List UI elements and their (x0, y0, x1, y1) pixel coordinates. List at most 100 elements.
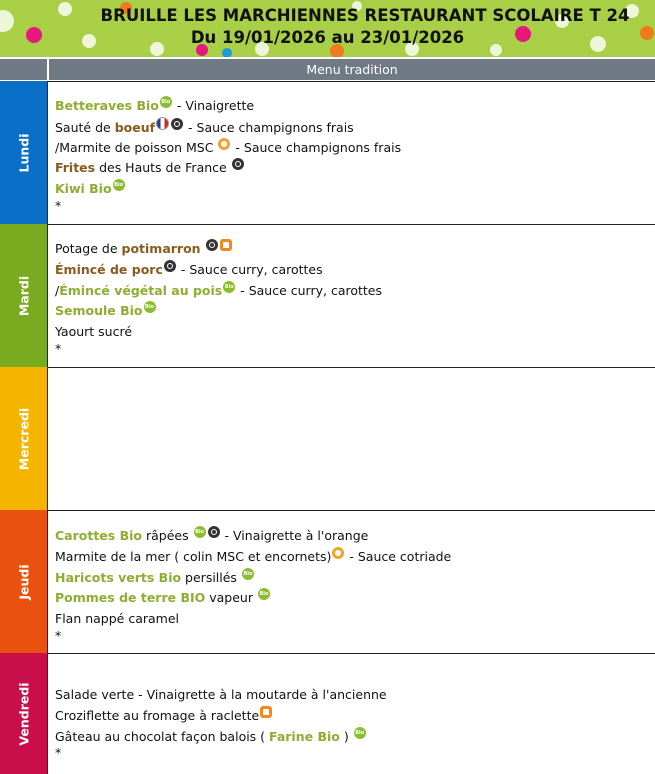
bio-icon (143, 301, 156, 314)
day-tab: Mercredi (0, 367, 47, 510)
menu-lines: Salade verte - Vinaigrette à la moutarde… (55, 685, 387, 759)
menu-item-text: * (55, 197, 62, 213)
day-menu-cell (47, 367, 655, 510)
menu-item-text: ) (339, 728, 353, 744)
homemade-icon (260, 705, 273, 718)
local-product-icon (231, 158, 244, 171)
menu-item-text: râpées (141, 528, 193, 543)
menu-item-text: Croziflette au fromage à raclette (55, 707, 260, 723)
menu-item: Yaourt sucré (55, 322, 382, 343)
menu-item-text: vapeur (205, 590, 257, 606)
menu-item-text: Flan nappé caramel (55, 611, 180, 627)
menu-item: * (55, 745, 387, 761)
menu-lines: Potage de potimarron Émincé de porc - Sa… (55, 239, 382, 355)
local-product-icon (205, 239, 218, 251)
menu-item: Salade verte - Vinaigrette à la moutarde… (55, 685, 387, 706)
menu-item: Marmite de la mer ( colin MSC et encorne… (55, 546, 452, 568)
day-row-lundi: LundiBetteraves Bio - VinaigretteSauté d… (0, 81, 655, 224)
bio-icon (257, 588, 270, 601)
page-header: BRUILLE LES MARCHIENNES RESTAURANT SCOLA… (0, 0, 655, 57)
bio-icon (159, 96, 172, 108)
menu-column-header: Menu tradition (49, 59, 655, 80)
menu-item-highlight: Émincé végétal au pois (59, 282, 223, 298)
menu-item: Carottes Bio râpées - Vinaigrette à l'or… (55, 526, 451, 547)
menu-item-text: - Sauce champignons frais (184, 119, 354, 135)
menu-item: Haricots verts Bio persillés (55, 567, 451, 589)
menu-item: Betteraves Bio - Vinaigrette (55, 96, 401, 117)
menu-item-text: Marmite de la mer ( colin MSC et encorne… (55, 548, 332, 564)
local-product-icon (163, 259, 176, 272)
menu-item-highlight: Carottes Bio (55, 528, 142, 543)
menu-item-highlight: Pommes de terre BIO (55, 590, 206, 606)
menu-item-text: - Sauce curry, carottes (236, 282, 383, 298)
menu-item-text: Gâteau au chocolat façon balois ( (55, 728, 270, 744)
menu-item-text: - Sauce curry, carottes (176, 261, 323, 277)
menu-item-text: Potage de (55, 241, 122, 256)
menu-item-highlight: Frites (55, 160, 96, 176)
day-label: Jeudi (16, 563, 31, 600)
day-row-vendredi: Vendredi Salade verte - Vinaigrette à la … (0, 653, 655, 774)
menu-item-text: - Vinaigrette (172, 98, 255, 113)
menu-item-text: Salade verte - Vinaigrette à la moutarde… (55, 687, 387, 702)
day-menu-cell: Salade verte - Vinaigrette à la moutarde… (47, 653, 655, 774)
menu-item: /Émincé végétal au pois - Sauce curry, c… (55, 280, 383, 302)
menu-item-text: Sauté de (55, 119, 115, 135)
day-label: Mardi (16, 275, 31, 316)
day-tab: Mardi (0, 224, 47, 367)
menu-lines: Carottes Bio râpées - Vinaigrette à l'or… (55, 526, 451, 642)
menu-item-text: persillés (181, 569, 241, 585)
menu-item: Croziflette au fromage à raclette (55, 705, 387, 727)
day-menu-cell: Carottes Bio râpées - Vinaigrette à l'or… (47, 510, 655, 653)
menu-item: * (55, 197, 401, 213)
menu-item: * (55, 627, 451, 643)
menu-item: Kiwi Bio (55, 179, 401, 200)
menu-item-text: /Marmite de poisson MSC (55, 139, 218, 155)
french-flag-icon (156, 116, 170, 130)
date-range: Du 19/01/2026 au 23/01/2026 (190, 28, 465, 47)
bio-icon (193, 526, 206, 538)
day-row-mercredi: Mercredi (0, 367, 655, 510)
menu-item: Gâteau au chocolat façon balois ( Farine… (55, 726, 387, 748)
column-header-band: Menu tradition (0, 57, 655, 81)
menu-item-text: - Vinaigrette à l'orange (220, 528, 369, 543)
menu-lines: Betteraves Bio - VinaigretteSauté de boe… (55, 96, 401, 212)
day-column-header (0, 59, 48, 80)
page-title: BRUILLE LES MARCHIENNES RESTAURANT SCOLA… (100, 6, 630, 25)
day-label: Mercredi (16, 407, 31, 470)
menu-item-text: * (55, 627, 62, 643)
day-menu-cell: Potage de potimarron Émincé de porc - Sa… (47, 224, 655, 367)
menu-item: Flan nappé caramel (55, 609, 451, 630)
menu-item-highlight: Semoule Bio (55, 303, 143, 319)
menu-item: Pommes de terre BIO vapeur (55, 588, 451, 609)
day-tab: Jeudi (0, 510, 47, 653)
menu-item: Sauté de boeuf - Sauce champignons frais (55, 116, 401, 138)
menu-item-highlight: Haricots verts Bio (55, 569, 182, 585)
menu-item-text: * (55, 745, 62, 761)
menu-item-highlight: Kiwi Bio (55, 181, 112, 197)
menu-item-highlight: Émincé de porc (55, 261, 163, 277)
menu-item-text: * (55, 340, 62, 356)
day-row-mardi: Mardi Potage de potimarron Émincé de porc… (0, 224, 655, 367)
menu-item: * (55, 340, 382, 356)
menu-item-highlight: boeuf (114, 119, 156, 135)
day-tab: Vendredi (0, 653, 47, 774)
menu-item-highlight: Betteraves Bio (55, 98, 159, 113)
local-product-icon (171, 117, 184, 130)
day-row-jeudi: Jeudi Carottes Bio râpées - Vinaigrette à… (0, 510, 655, 653)
menu-item: Potage de potimarron (55, 239, 382, 260)
day-label: Vendredi (16, 681, 31, 746)
local-product-icon (207, 526, 220, 538)
menu-item-text: des Hauts de France (95, 160, 231, 176)
menu-item-text: Yaourt sucré (55, 324, 133, 340)
menu-item-highlight: Farine Bio (269, 728, 340, 744)
bio-icon (241, 567, 254, 580)
homemade-icon (219, 239, 232, 251)
menu-item: /Marmite de poisson MSC - Sauce champign… (55, 137, 401, 159)
bio-icon (112, 179, 125, 192)
menu-item-text: - Sauce cotriade (345, 548, 452, 564)
menu-item: Frites des Hauts de France (55, 158, 401, 179)
day-menu-cell: Betteraves Bio - VinaigretteSauté de boe… (47, 81, 655, 224)
day-label: Lundi (16, 133, 31, 172)
day-tab: Lundi (0, 81, 47, 224)
msc-fish-icon (332, 546, 345, 559)
